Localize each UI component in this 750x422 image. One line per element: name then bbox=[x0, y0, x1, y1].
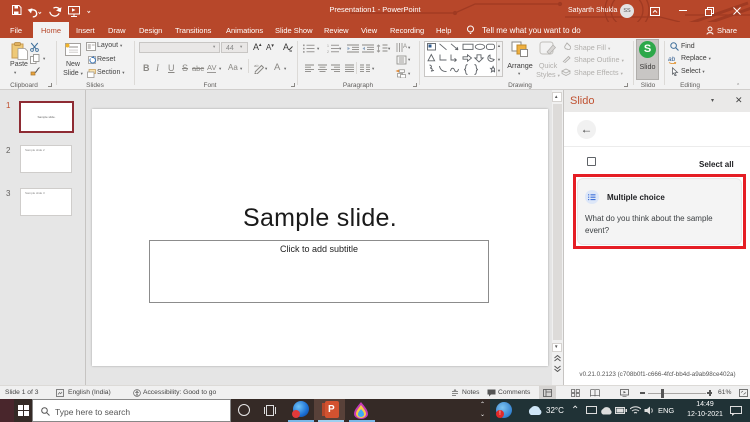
svg-text:ab: ab bbox=[254, 63, 259, 68]
svg-text:2: 2 bbox=[327, 50, 329, 53]
svg-text:A: A bbox=[403, 44, 407, 50]
svg-text:1: 1 bbox=[327, 44, 329, 48]
svg-text:A: A bbox=[283, 42, 289, 52]
svg-text:ab: ab bbox=[668, 56, 676, 63]
